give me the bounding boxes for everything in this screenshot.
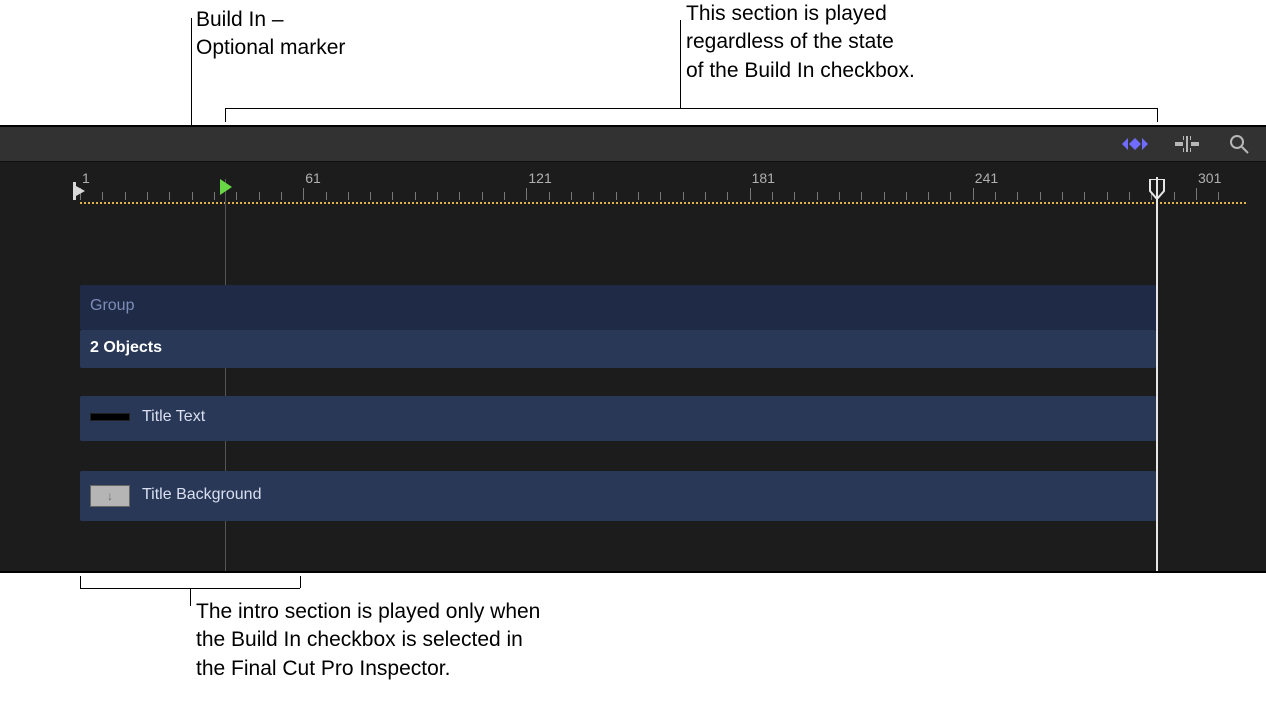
ruler-label: 181 bbox=[752, 170, 775, 186]
track-group-label: Group bbox=[90, 297, 134, 315]
in-point-marker[interactable] bbox=[73, 182, 87, 205]
zoom-icon[interactable] bbox=[1226, 133, 1252, 155]
track-group-header[interactable]: Group bbox=[80, 285, 1156, 330]
leader-always-played-down bbox=[680, 20, 681, 108]
leader-intro-down bbox=[190, 588, 191, 606]
build-in-optional-marker[interactable] bbox=[220, 179, 232, 195]
bracket-always-played-right bbox=[1157, 108, 1158, 122]
bracket-intro-left bbox=[80, 576, 81, 588]
timeline-ruler[interactable]: 161121181241301 bbox=[0, 162, 1266, 200]
ruler-label: 241 bbox=[975, 170, 998, 186]
ruler-label: 301 bbox=[1198, 170, 1221, 186]
snap-icon[interactable] bbox=[1174, 133, 1200, 155]
ruler-label: 121 bbox=[528, 170, 551, 186]
track-objects-label: 2 Objects bbox=[90, 339, 162, 357]
track-title-text[interactable]: Title Text bbox=[80, 396, 1156, 441]
title-bg-swatch: ↓ bbox=[90, 485, 130, 507]
bracket-always-played-top bbox=[225, 108, 1157, 109]
play-range-indicator bbox=[80, 202, 1246, 204]
playhead-line[interactable] bbox=[1156, 177, 1158, 571]
callout-intro-section: The intro section is played only when th… bbox=[196, 598, 676, 683]
track-group-objects[interactable]: 2 Objects bbox=[80, 330, 1156, 368]
bracket-always-played-left bbox=[225, 108, 226, 122]
ruler-label: 61 bbox=[305, 170, 321, 186]
title-text-swatch bbox=[90, 413, 130, 421]
track-title-background[interactable]: ↓ Title Background bbox=[80, 471, 1156, 521]
out-point-marker[interactable] bbox=[1148, 179, 1166, 204]
track-title-bg-label: Title Background bbox=[142, 486, 261, 504]
bracket-intro-right bbox=[300, 576, 301, 588]
callout-always-played: This section is played regardless of the… bbox=[686, 0, 1046, 85]
callout-build-in-marker: Build In – Optional marker bbox=[196, 6, 436, 63]
keyframe-icon[interactable] bbox=[1122, 133, 1148, 155]
timeline-toolbar bbox=[0, 127, 1266, 162]
timeline-panel: 161121181241301 Group 2 Objects Title Te… bbox=[0, 125, 1266, 573]
download-arrow-icon: ↓ bbox=[107, 489, 113, 503]
track-title-text-label: Title Text bbox=[142, 408, 205, 426]
